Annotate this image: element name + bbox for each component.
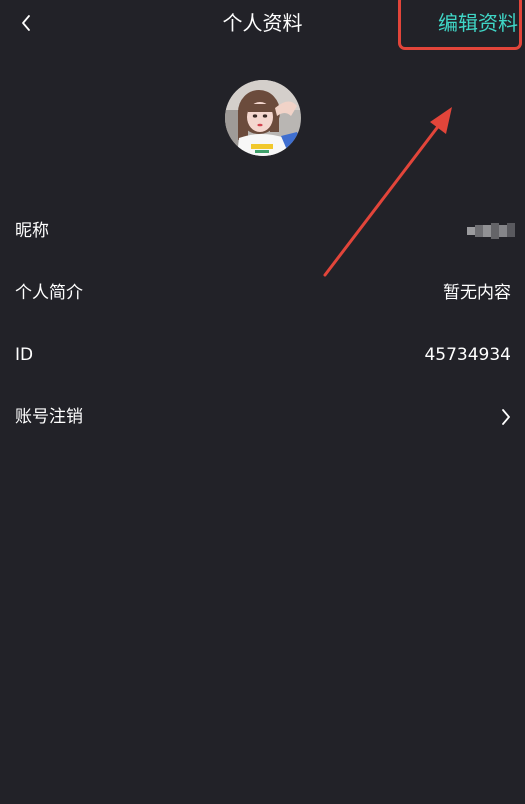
- bio-label: 个人简介: [15, 283, 83, 303]
- back-button[interactable]: [12, 8, 40, 38]
- account-deletion-label: 账号注销: [15, 407, 83, 427]
- chevron-left-icon: [20, 14, 32, 32]
- account-deletion-row[interactable]: 账号注销: [0, 392, 525, 442]
- top-nav-bar: 个人资料 编辑资料: [0, 0, 525, 48]
- chevron-right-icon: [501, 409, 511, 425]
- id-value: 45734934: [424, 345, 511, 365]
- nickname-value-redacted: [467, 221, 515, 241]
- id-label: ID: [15, 345, 34, 365]
- avatar[interactable]: [225, 80, 301, 156]
- nickname-label: 昵称: [15, 221, 49, 241]
- nickname-row[interactable]: 昵称: [0, 206, 525, 256]
- bio-value: 暂无内容: [443, 283, 511, 303]
- edit-profile-button[interactable]: 编辑资料: [438, 11, 518, 35]
- id-row: ID 45734934: [0, 330, 525, 380]
- bio-row[interactable]: 个人简介 暂无内容: [0, 268, 525, 318]
